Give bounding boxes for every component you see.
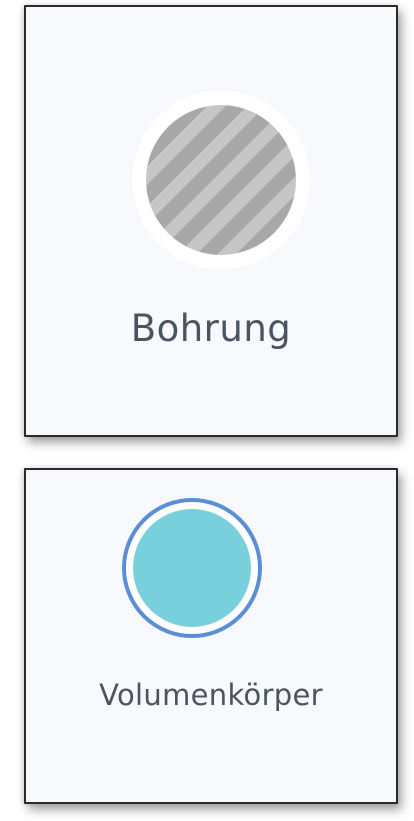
- hatched-circle-icon: [146, 105, 296, 255]
- volumenkoerper-label: Volumenkörper: [99, 678, 323, 712]
- solid-body-fill: [133, 509, 251, 627]
- hatched-circle-icon-backdrop: [132, 91, 310, 269]
- bohrung-label: Bohrung: [130, 307, 292, 350]
- volumenkoerper-card[interactable]: Volumenkörper: [24, 468, 398, 804]
- solid-body-circle-icon: [122, 498, 262, 638]
- bohrung-card[interactable]: Bohrung: [24, 5, 398, 437]
- feature-type-picker: Bohrung Volumenkörper: [0, 0, 414, 821]
